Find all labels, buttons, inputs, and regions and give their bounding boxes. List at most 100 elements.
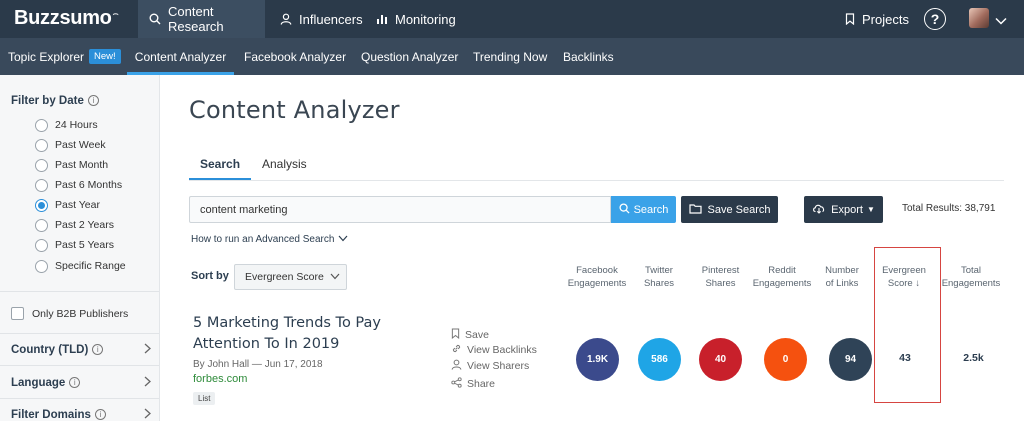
search-input[interactable]: content marketing [189,196,611,223]
top-navigation-bar: Buzzsumo⌢ Content Research Influencers M… [0,0,1024,38]
nav-influencers[interactable]: Influencers [280,0,363,38]
info-icon[interactable]: i [92,344,104,356]
filter-domains[interactable]: Filter Domains i [11,408,151,422]
chevron-right-icon [144,408,151,422]
new-badge: New! [89,49,121,64]
chevron-down-icon [324,271,340,283]
tabs-divider [189,180,1004,181]
divider [0,291,159,292]
number-of-links-value[interactable]: 94 [829,338,872,381]
divider [0,398,159,399]
share-icon [451,377,467,391]
content-type-tag: List [193,392,216,405]
save-action[interactable]: Save [451,328,489,342]
sort-by-label: Sort by [191,270,229,282]
column-header-reddit-engagements[interactable]: Reddit Engagements [749,264,815,290]
column-header-facebook-engagements[interactable]: Facebook Engagements [562,264,632,290]
pinterest-shares-value: 40 [699,338,742,381]
sub-navigation-bar: Topic Explorer New! Content Analyzer Fac… [0,38,1024,75]
buzzsumo-logo[interactable]: Buzzsumo⌢ [14,7,119,30]
export-button[interactable]: Export ▼ [804,196,883,223]
reddit-engagements-value: 0 [764,338,807,381]
subnav-backlinks[interactable]: Backlinks [563,38,614,75]
radio-button[interactable] [35,238,48,252]
cloud-download-icon [812,203,831,217]
nav-content-research[interactable]: Content Research [138,0,265,38]
help-icon[interactable]: ? [924,8,946,30]
date-option-past-6-months[interactable]: Past 6 Months [35,177,122,193]
column-header-twitter-shares[interactable]: Twitter Shares [630,264,688,290]
subnav-trending-now[interactable]: Trending Now [473,38,547,75]
save-search-button[interactable]: Save Search [681,196,778,223]
date-option-past-year[interactable]: Past Year [35,197,100,213]
folder-icon [688,203,708,217]
filter-language[interactable]: Language i [11,376,151,390]
filter-by-date-heading: Filter by Date i [11,95,99,107]
nav-monitoring[interactable]: Monitoring [376,0,456,38]
radio-button[interactable] [35,118,48,132]
share-action[interactable]: Share [451,377,495,391]
chevron-right-icon [144,343,151,357]
article-title-link[interactable]: 5 Marketing Trends To Pay Attention To I… [193,313,433,355]
caret-down-icon: ▼ [866,205,875,214]
user-icon [451,359,467,373]
radio-button[interactable] [35,218,48,232]
column-header-number-of-links[interactable]: Number of Links [817,264,867,290]
article-byline: By John Hall — Jun 17, 2018 [193,359,323,370]
bookmark-icon [845,13,855,25]
tab-analysis[interactable]: Analysis [262,157,307,171]
bar-chart-icon [376,13,388,25]
date-option-past-2-years[interactable]: Past 2 Years [35,217,114,233]
subnav-question-analyzer[interactable]: Question Analyzer [361,38,458,75]
search-icon [149,13,161,25]
column-header-pinterest-shares[interactable]: Pinterest Shares [693,264,748,290]
link-icon [451,343,467,357]
twitter-shares-value: 586 [638,338,681,381]
radio-button[interactable] [35,259,48,273]
bookmark-icon [451,328,465,342]
evergreen-column-highlight [874,247,941,403]
facebook-engagements-value: 1.9K [576,338,619,381]
chevron-right-icon [144,376,151,390]
column-header-total-engagements[interactable]: Total Engagements [938,264,1004,290]
view-backlinks-action[interactable]: View Backlinks [451,343,537,357]
info-icon[interactable]: i [94,409,106,421]
search-button[interactable]: Search [611,196,676,223]
filter-sidebar: Filter by Date i 24 Hours Past Week Past … [0,75,160,421]
radio-button[interactable] [35,158,48,172]
chevron-down-icon [334,234,348,245]
nav-projects[interactable]: Projects [845,0,909,38]
article-domain-link[interactable]: forbes.com [193,373,247,385]
subnav-content-analyzer[interactable]: Content Analyzer [127,38,234,75]
tab-search[interactable]: Search [200,157,240,171]
advanced-search-link[interactable]: How to run an Advanced Search [191,234,348,245]
chevron-down-icon[interactable] [995,12,1007,30]
evergreen-score-value: 43 [899,352,911,364]
date-option-past-week[interactable]: Past Week [35,137,106,153]
radio-button-selected[interactable] [35,198,48,212]
b2b-publishers-filter[interactable]: Only B2B Publishers [11,307,128,320]
avatar[interactable] [969,8,989,28]
radio-button[interactable] [35,178,48,192]
filter-country-tld[interactable]: Country (TLD) i [11,343,151,357]
radio-button[interactable] [35,138,48,152]
date-option-past-month[interactable]: Past Month [35,157,108,173]
user-icon [280,13,292,25]
date-option-specific-range[interactable]: Specific Range [35,258,126,274]
info-icon[interactable]: i [87,95,99,107]
info-icon[interactable]: i [69,377,81,389]
view-sharers-action[interactable]: View Sharers [451,359,529,373]
search-icon [619,202,634,217]
date-option-past-5-years[interactable]: Past 5 Years [35,237,114,253]
sort-by-dropdown[interactable]: Evergreen Score [234,264,347,290]
date-option-24-hours[interactable]: 24 Hours [35,117,98,133]
subnav-facebook-analyzer[interactable]: Facebook Analyzer [244,38,346,75]
total-engagements-value: 2.5k [963,352,984,364]
checkbox[interactable] [11,307,24,320]
divider [0,333,159,334]
subnav-topic-explorer[interactable]: Topic Explorer New! [8,38,121,75]
page-title: Content Analyzer [189,96,400,124]
active-tab-indicator [189,178,251,180]
divider [0,365,159,366]
total-results: Total Results: 38,791 [902,203,996,214]
